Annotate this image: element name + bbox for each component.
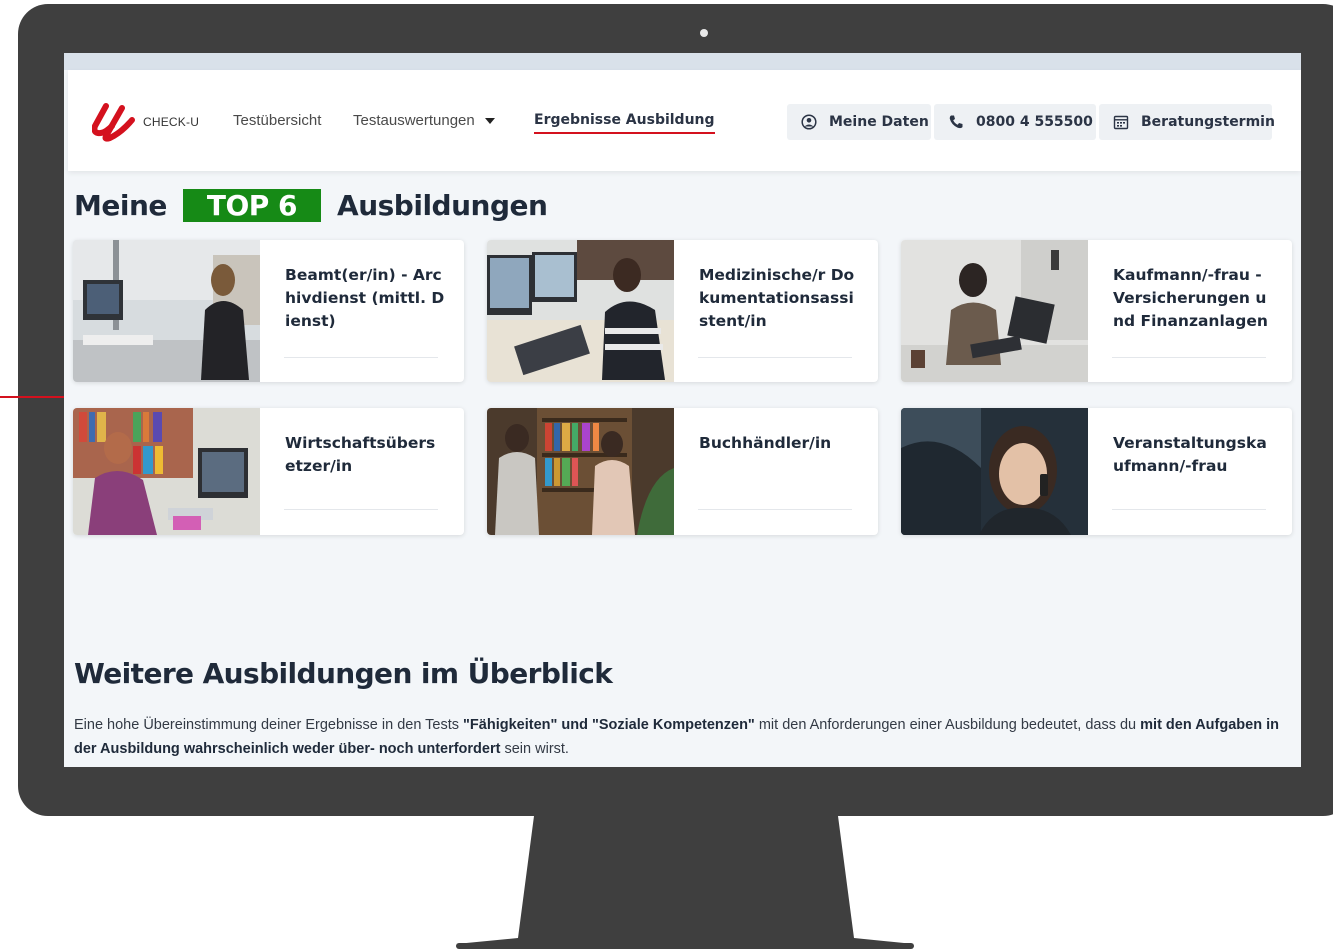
browser-strip	[64, 53, 1301, 70]
top-badge: TOP 6	[182, 188, 322, 222]
nav-link-ergebnisse-ausbildung[interactable]: Ergebnisse Ausbildung	[534, 112, 715, 134]
nav-link-label: Testauswertungen	[353, 112, 475, 129]
card-title: Medizinische/r Dokumentationsassistent/i…	[699, 266, 855, 330]
course-card-archivdienst[interactable]: Beamt(er/in) - Archivdienst (mittl. Dien…	[73, 240, 464, 382]
course-card-versicherungen[interactable]: Kaufmann/-frau - Versicherungen und Fina…	[901, 240, 1292, 382]
monitor-stand	[456, 816, 914, 949]
card-title: Beamt(er/in) - Archivdienst (mittl. Dien…	[285, 266, 445, 330]
appointment-button-label: Beratungstermin	[1141, 114, 1275, 130]
card-photo	[73, 240, 260, 382]
course-card-veranstaltungskaufmann[interactable]: Veranstaltungskaufmann/-frau	[901, 408, 1292, 535]
top-heading: Meine TOP 6 Ausbildungen	[74, 185, 548, 225]
phone-number: 0800 4 555500	[976, 114, 1093, 130]
user-circle-icon	[801, 114, 817, 130]
section-heading: Weitere Ausbildungen im Überblick	[74, 657, 613, 690]
profile-button[interactable]: Meine Daten	[787, 104, 931, 140]
card-divider	[698, 357, 852, 358]
nav-link-testauswertungen[interactable]: Testauswertungen	[353, 112, 495, 129]
card-photo	[487, 240, 674, 382]
text-segment: mit den Anforderungen einer Ausbildung b…	[754, 717, 1141, 733]
card-divider	[1112, 509, 1266, 510]
section-description: Eine hohe Übereinstimmung deiner Ergebni…	[74, 713, 1289, 761]
card-photo	[73, 408, 260, 535]
card-title: Buchhändler/in	[699, 434, 832, 452]
card-divider	[1112, 357, 1266, 358]
card-divider	[284, 509, 438, 510]
course-card-dokumentationsassistent[interactable]: Medizinische/r Dokumentationsassistent/i…	[487, 240, 878, 382]
text-segment: Eine hohe Übereinstimmung deiner Ergebni…	[74, 717, 464, 733]
logo-text[interactable]: CHECK-U	[143, 115, 199, 129]
navbar: CHECK-U Testübersicht Testauswertungen E…	[68, 70, 1301, 171]
card-title: Veranstaltungskaufmann/-frau	[1113, 434, 1267, 475]
top-heading-suffix: Ausbildungen	[337, 188, 548, 222]
card-divider	[284, 357, 438, 358]
profile-button-label: Meine Daten	[829, 114, 929, 130]
phone-button[interactable]: 0800 4 555500	[934, 104, 1096, 140]
card-photo	[901, 240, 1088, 382]
card-divider	[698, 509, 852, 510]
text-emphasis: "Fähigkeiten" und "Soziale Kompetenzen"	[463, 717, 755, 733]
card-title: Kaufmann/-frau - Versicherungen und Fina…	[1113, 266, 1268, 330]
nav-link-testuebersicht[interactable]: Testübersicht	[233, 112, 321, 129]
check-u-logo-icon[interactable]	[92, 102, 136, 142]
calendar-icon	[1113, 115, 1129, 130]
camera-dot	[700, 29, 708, 37]
screen: CHECK-U Testübersicht Testauswertungen E…	[64, 53, 1301, 767]
course-card-wirtschaftsuebersetzer[interactable]: Wirtschaftsübersetzer/in	[73, 408, 464, 535]
text-segment: sein wirst.	[500, 741, 569, 757]
phone-icon	[949, 115, 963, 129]
card-title: Wirtschaftsübersetzer/in	[285, 434, 436, 475]
appointment-button[interactable]: Beratungstermin	[1099, 104, 1275, 140]
top-heading-prefix: Meine	[74, 188, 167, 222]
card-photo	[487, 408, 674, 535]
chevron-down-icon	[484, 118, 495, 125]
card-photo	[901, 408, 1088, 535]
course-card-buchhaendler[interactable]: Buchhändler/in	[487, 408, 878, 535]
